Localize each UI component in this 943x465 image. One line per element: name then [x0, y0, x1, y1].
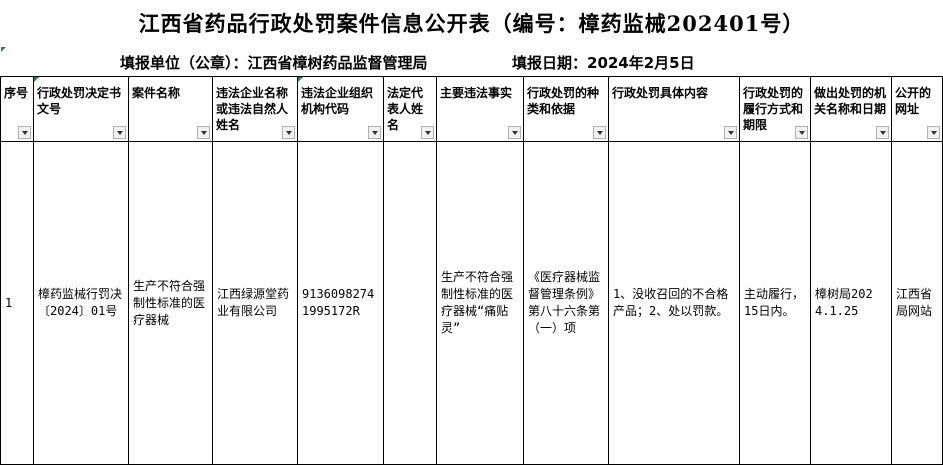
header-label: 行政处罚决定书文号: [37, 86, 122, 116]
report-info: 填报单位（公章）：江西省樟树药品监督管理局 填报日期：2024年2月5日: [0, 47, 943, 75]
cell-case-name[interactable]: 生产不符合强制性标准的医疗器械: [128, 141, 213, 465]
page-title: 江西省药品行政处罚案件信息公开表（编号：樟药监械202401号）: [138, 11, 805, 36]
report-date: 填报日期：2024年2月5日: [512, 54, 695, 72]
header-label: 做出处罚的机关名称和日期: [814, 86, 887, 116]
cell-content[interactable]: 1、没收召回的不合格产品；2、处以罚款。: [608, 141, 740, 465]
cell-party[interactable]: 江西绿源堂药业有限公司: [212, 141, 298, 465]
report-unit: 填报单位（公章）：江西省樟树药品监督管理局: [120, 54, 428, 72]
header-label: 公开的网址: [895, 86, 932, 116]
header-cell-party: 违法企业名称或违法自然人姓名: [212, 76, 298, 142]
cell-marker-icon: [34, 77, 39, 82]
filter-dropdown-icon[interactable]: [113, 126, 126, 139]
penalty-table: 序号 行政处罚决定书文号 案件名称 违法企业名称或违法自然人姓名 违法企业组织机…: [0, 76, 943, 465]
header-cell-case-name: 案件名称: [128, 76, 213, 142]
cell-execution[interactable]: 主动履行，15日内。: [739, 141, 811, 465]
filter-dropdown-icon[interactable]: [927, 126, 940, 139]
header-label: 行政处罚的种类和依据: [527, 86, 600, 116]
cell-marker-icon: [298, 77, 303, 82]
table-row: 1 樟药监械行罚决〔2024〕01号 生产不符合强制性标准的医疗器械 江西绿源堂…: [0, 141, 943, 465]
filter-dropdown-icon[interactable]: [197, 126, 210, 139]
header-cell-seq: 序号: [0, 76, 34, 142]
header-cell-basis: 行政处罚的种类和依据: [523, 76, 609, 142]
header-label: 行政处罚具体内容: [612, 86, 709, 100]
header-label: 违法企业名称或违法自然人姓名: [216, 86, 289, 132]
filter-dropdown-icon[interactable]: [18, 126, 31, 139]
header-label: 法定代表人姓名: [387, 86, 424, 132]
cell-legal-rep[interactable]: [383, 141, 437, 465]
filter-dropdown-icon[interactable]: [508, 126, 521, 139]
cell-seq[interactable]: 1: [0, 141, 34, 465]
cell-doc-no[interactable]: 樟药监械行罚决〔2024〕01号: [33, 141, 129, 465]
header-label: 序号: [4, 86, 29, 100]
header-label: 主要违法事实: [440, 86, 513, 100]
header-label: 案件名称: [132, 86, 181, 100]
header-cell-url: 公开的网址: [891, 76, 943, 142]
header-row: 序号 行政处罚决定书文号 案件名称 违法企业名称或违法自然人姓名 违法企业组织机…: [0, 76, 943, 142]
header-label: 行政处罚的履行方式和期限: [743, 86, 804, 132]
header-label: 违法企业组织机构代码: [301, 86, 374, 116]
cell-basis[interactable]: 《医疗器械监督管理条例》第八十六条第（一）项: [523, 141, 609, 465]
header-cell-facts: 主要违法事实: [436, 76, 524, 142]
cell-url[interactable]: 江西省局网站: [891, 141, 943, 465]
filter-dropdown-icon[interactable]: [368, 126, 381, 139]
cell-facts[interactable]: 生产不符合强制性标准的医疗器械“痛贴灵”: [436, 141, 524, 465]
header-cell-authority: 做出处罚的机关名称和日期: [810, 76, 892, 142]
header-cell-doc-no: 行政处罚决定书文号: [33, 76, 129, 142]
cell-authority[interactable]: 樟树局2024.1.25: [810, 141, 892, 465]
filter-dropdown-icon[interactable]: [795, 126, 808, 139]
cell-org-code[interactable]: 91360982741995172R: [297, 141, 384, 465]
header-cell-org-code: 违法企业组织机构代码: [297, 76, 384, 142]
filter-dropdown-icon[interactable]: [421, 126, 434, 139]
header-cell-legal-rep: 法定代表人姓名: [383, 76, 437, 142]
filter-dropdown-icon[interactable]: [593, 126, 606, 139]
filter-dropdown-icon[interactable]: [876, 126, 889, 139]
header-cell-content: 行政处罚具体内容: [608, 76, 740, 142]
filter-dropdown-icon[interactable]: [282, 126, 295, 139]
header-cell-execution: 行政处罚的履行方式和期限: [739, 76, 811, 142]
filter-dropdown-icon[interactable]: [724, 126, 737, 139]
